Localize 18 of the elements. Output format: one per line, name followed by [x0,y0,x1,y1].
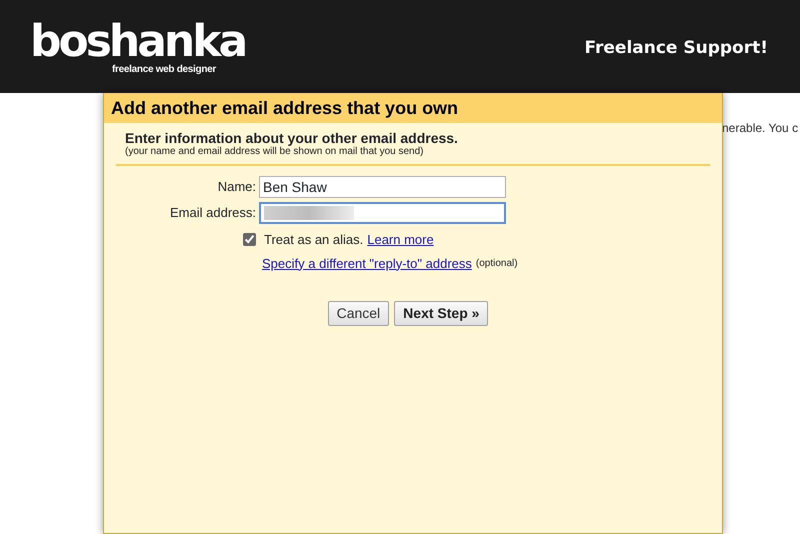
alias-label: Treat as an alias. [264,231,364,249]
input-field[interactable] [259,202,506,224]
learn-more-link[interactable]: Learn more [367,230,434,250]
logo-tagline: freelance web designer [112,64,218,76]
background-text: nerable. You c [722,120,798,137]
next-step-button[interactable]: Next Step » [394,301,488,326]
section-note: (your name and email address will be shown on mail that you send) [124,146,424,158]
optional-note: (optional) [476,256,518,271]
alias-checkbox[interactable] [243,233,256,246]
reply-to-link[interactable]: Specify a different "reply-to" address [262,254,472,273]
field-label: Name: [216,178,257,196]
field-label: Email address: [169,204,257,222]
section-heading: Enter information about your other email address. [124,130,459,146]
logo: boshanka [30,20,246,64]
input-field[interactable]: Ben Shaw [259,176,506,198]
cancel-button[interactable]: Cancel [328,301,390,326]
dialog-title: Add another email address that you own [104,93,722,123]
header-title: Freelance Support! [584,37,769,60]
